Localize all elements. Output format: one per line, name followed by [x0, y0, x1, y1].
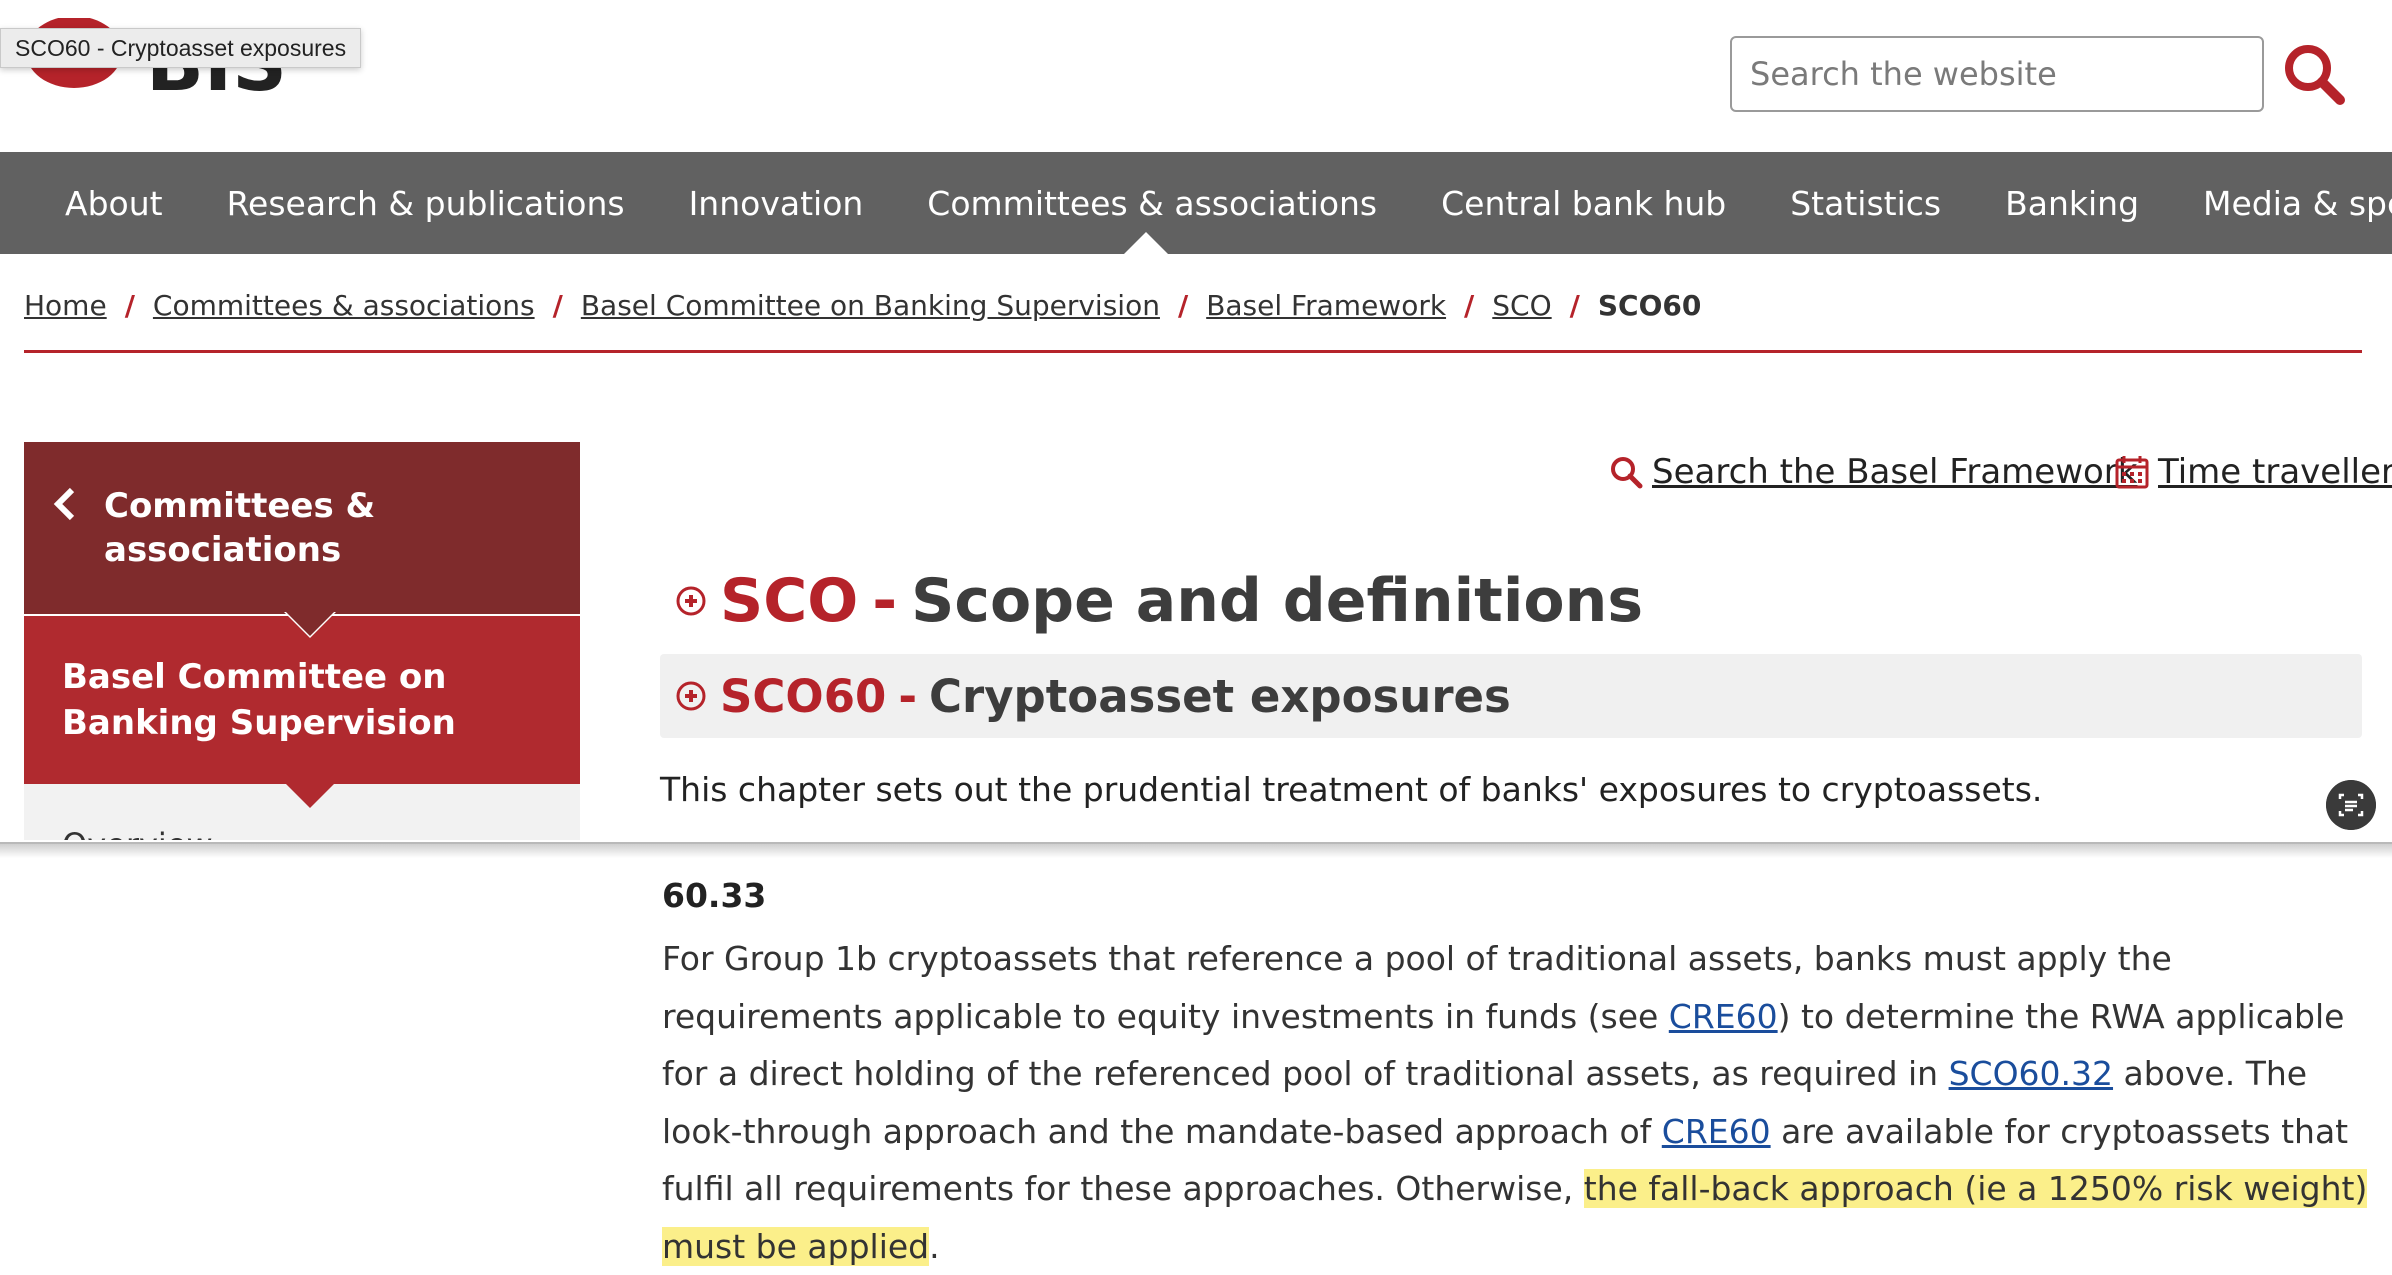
time-traveller-link[interactable]: Time traveller — [2114, 452, 2392, 492]
breadcrumb-current: SCO60 — [1597, 288, 1702, 322]
chevron-left-icon — [53, 487, 75, 521]
breadcrumb-sco[interactable]: SCO — [1492, 289, 1551, 322]
sidebar-current-notch — [286, 784, 334, 808]
search-icon[interactable] — [2280, 40, 2348, 108]
heading-dash: - — [872, 566, 898, 636]
nav-item-committees[interactable]: Committees & associations — [927, 184, 1377, 223]
paragraph-number: 60.33 — [662, 876, 767, 915]
breadcrumb-separator: / — [1177, 288, 1189, 322]
section-heading[interactable]: SCO - Scope and definitions — [676, 566, 1643, 636]
search-input[interactable] — [1730, 36, 2264, 112]
sidebar-notch — [286, 612, 334, 636]
breadcrumb-separator: / — [1464, 288, 1475, 322]
search-framework-link[interactable]: Search the Basel Framework — [1608, 452, 2137, 492]
text-recognition-icon[interactable] — [2326, 780, 2376, 830]
cre60-link[interactable]: CRE60 — [1669, 997, 1778, 1036]
chapter-intro: This chapter sets out the prudential tre… — [660, 770, 2043, 809]
nav-item-about[interactable]: About — [65, 184, 163, 223]
nav-item-innovation[interactable]: Innovation — [689, 184, 864, 223]
chapter-dash: - — [898, 669, 917, 723]
breadcrumb-basel-framework[interactable]: Basel Framework — [1206, 289, 1446, 322]
chapter-title: Cryptoasset exposures — [929, 669, 1511, 723]
plus-circle-icon — [676, 586, 706, 616]
breadcrumb-separator: / — [1569, 288, 1580, 322]
breadcrumb-home[interactable]: Home — [24, 289, 107, 322]
nav-item-central-bank-hub[interactable]: Central bank hub — [1441, 184, 1726, 223]
sidebar-item-label: Overview — [62, 826, 213, 840]
search-framework-label: Search the Basel Framework — [1652, 452, 2138, 492]
breadcrumb-committees[interactable]: Committees & associations — [153, 289, 535, 322]
sidebar-current-label: Basel Committee on Banking Supervision — [62, 657, 456, 743]
plus-circle-icon — [676, 681, 706, 711]
breadcrumb: Home / Committees & associations / Basel… — [24, 282, 1701, 328]
breadcrumb-separator: / — [552, 288, 563, 322]
nav-item-statistics[interactable]: Statistics — [1790, 184, 1941, 223]
heading-title: Scope and definitions — [911, 566, 1644, 636]
sidebar-current-section[interactable]: Basel Committee on Banking Supervision — [24, 614, 580, 784]
calendar-icon — [2115, 456, 2149, 489]
paragraph-body: For Group 1b cryptoassets that reference… — [662, 930, 2382, 1275]
search-icon — [1611, 457, 1643, 489]
sco60-32-link[interactable]: SCO60.32 — [1949, 1054, 2113, 1093]
paragraph-text: . — [929, 1226, 940, 1266]
breadcrumb-bcbs[interactable]: Basel Committee on Banking Supervision — [581, 289, 1160, 322]
sidebar-parent-link[interactable]: Committees & associations — [24, 442, 580, 614]
chapter-heading[interactable]: SCO60 - Cryptoasset exposures — [676, 666, 1511, 726]
breadcrumb-divider — [24, 350, 2362, 353]
main-nav: About Research & publications Innovation… — [0, 152, 2392, 254]
cre60-link[interactable]: CRE60 — [1662, 1112, 1771, 1151]
time-traveller-label: Time traveller — [2158, 452, 2392, 492]
sidebar-parent-label: Committees & associations — [104, 486, 376, 570]
nav-item-research[interactable]: Research & publications — [227, 184, 625, 223]
nav-item-banking[interactable]: Banking — [2005, 184, 2139, 223]
heading-code: SCO — [720, 566, 859, 636]
nav-item-media[interactable]: Media & speeches — [2203, 184, 2392, 223]
nav-active-caret — [1124, 232, 1168, 254]
tab-tooltip: SCO60 - Cryptoasset exposures — [0, 28, 362, 68]
overlay-divider — [0, 842, 2392, 858]
breadcrumb-separator: / — [124, 288, 135, 322]
chapter-code: SCO60 — [720, 669, 887, 723]
